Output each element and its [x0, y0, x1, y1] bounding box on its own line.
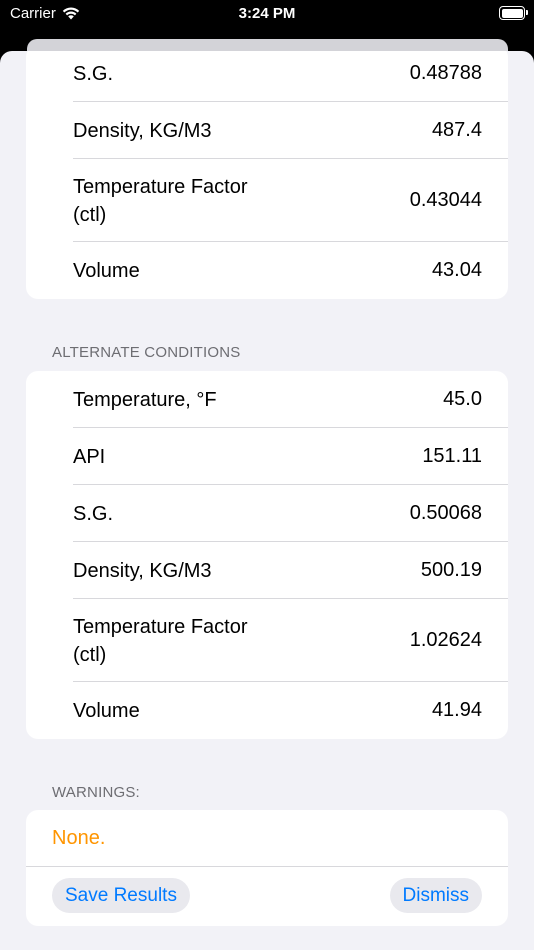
row-value: 43.04 — [431, 259, 482, 281]
section-header-alternate: ALTERNATE CONDITIONS — [52, 344, 241, 361]
divider — [26, 866, 508, 867]
row-value: 0.43044 — [409, 189, 482, 211]
row-label: Density, KG/M3 — [73, 119, 212, 142]
row-value: 45.0 — [443, 388, 482, 410]
list-item: Temperature Factor (ctl) 0.43044 — [26, 159, 508, 242]
list-item: S.G. 0.48788 — [26, 51, 508, 102]
list-item: Temperature Factor (ctl) 1.02624 — [26, 599, 508, 682]
dismiss-button[interactable]: Dismiss — [389, 878, 482, 913]
row-value: 151.11 — [422, 445, 482, 467]
clock: 3:24 PM — [238, 5, 296, 22]
row-label: Volume — [73, 259, 140, 282]
row-label: API — [73, 445, 106, 468]
list-item: API 151.11 — [26, 428, 508, 485]
row-label: Temperature Factor (ctl) — [73, 615, 248, 666]
row-label: Density, KG/M3 — [73, 559, 212, 582]
alternate-conditions-group: Temperature, °F 45.0 API 151.11 S.G. 0.5… — [26, 371, 508, 739]
list-item: Temperature, °F 45.0 — [26, 371, 508, 428]
warnings-group: None. Save Results Dismiss — [26, 810, 508, 926]
section-header-warnings: WARNINGS: — [52, 784, 140, 801]
results-sheet: S.G. 0.48788 Density, KG/M3 487.4 Temper… — [0, 51, 534, 950]
results-group: S.G. 0.48788 Density, KG/M3 487.4 Temper… — [26, 51, 508, 299]
list-item: Density, KG/M3 500.19 — [26, 542, 508, 599]
warnings-text: None. — [52, 827, 106, 849]
row-label: Temperature Factor (ctl) — [73, 175, 248, 226]
list-item: Density, KG/M3 487.4 — [26, 102, 508, 159]
list-item: Volume 41.94 — [26, 682, 508, 739]
list-item: Volume 43.04 — [26, 242, 508, 299]
list-item: S.G. 0.50068 — [26, 485, 508, 542]
row-value: 487.4 — [431, 119, 482, 141]
row-value: 41.94 — [431, 699, 482, 721]
status-bar: Carrier 3:24 PM — [0, 0, 534, 40]
row-value: 1.02624 — [409, 629, 482, 651]
row-label: S.G. — [73, 502, 114, 525]
row-value: 0.50068 — [409, 502, 482, 524]
row-label: S.G. — [73, 62, 114, 85]
save-results-button[interactable]: Save Results — [52, 878, 190, 913]
row-value: 0.48788 — [409, 62, 482, 84]
row-label: Temperature, °F — [73, 388, 217, 411]
row-value: 500.19 — [420, 559, 482, 581]
battery-icon — [499, 6, 528, 20]
row-label: Volume — [73, 699, 140, 722]
